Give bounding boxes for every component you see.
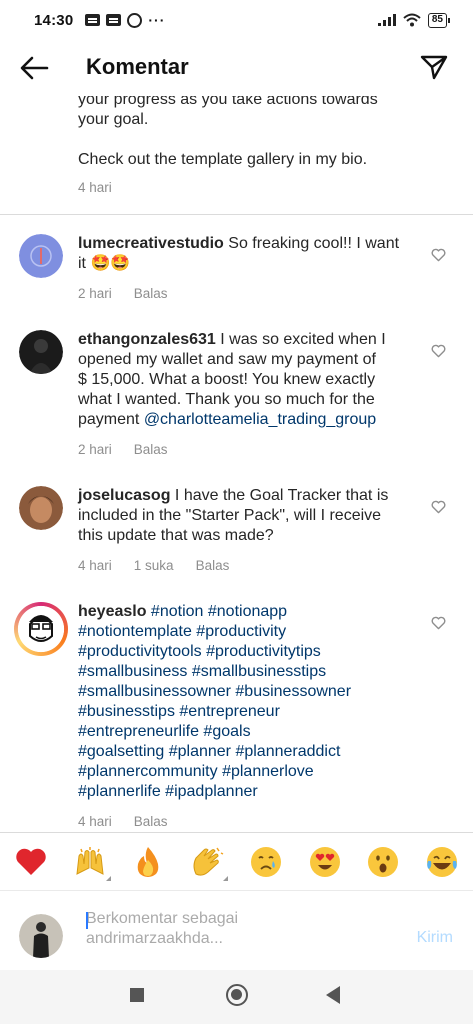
more-notifications-icon: ··· <box>148 12 166 28</box>
like-heart-icon[interactable] <box>431 248 446 262</box>
caption-line: your goal. <box>78 111 149 128</box>
variant-indicator <box>223 875 229 881</box>
signal-icon <box>377 14 396 26</box>
like-heart-icon[interactable] <box>431 500 446 514</box>
like-heart-icon[interactable] <box>431 344 446 358</box>
comment-text: So freaking cool!! I want <box>223 235 400 252</box>
likes-count[interactable]: 1 suka <box>134 556 174 576</box>
comment-username[interactable]: heyeaslo <box>78 603 146 620</box>
hashtag-text[interactable]: #plannerlife #ipadplanner <box>78 782 418 802</box>
comment-text: what I wanted. Thank you so much for the <box>78 391 375 408</box>
back-arrow-icon[interactable] <box>18 54 50 82</box>
comment-meta: 4 hari Balas <box>78 812 418 832</box>
like-heart-icon[interactable] <box>431 616 446 630</box>
caption-time: 4 hari <box>78 180 112 195</box>
avatar[interactable] <box>19 234 63 278</box>
emoji-clapping-button[interactable] <box>190 845 229 881</box>
emoji-heart-button[interactable] <box>14 845 48 879</box>
comment-time: 2 hari <box>78 442 112 457</box>
recent-apps-icon[interactable] <box>130 988 144 1002</box>
hashtag-text[interactable]: #plannercommunity #plannerlove <box>78 762 418 782</box>
avatar <box>19 914 63 958</box>
system-nav-bar <box>0 970 473 1024</box>
send-icon[interactable] <box>419 52 449 82</box>
comment-username[interactable]: ethangonzales631 <box>78 331 216 348</box>
comment-meta: 4 hari 1 suka Balas <box>78 556 418 576</box>
emoji-tears-of-joy-button[interactable] <box>425 845 459 879</box>
comment-text: opened my wallet and saw my payment of <box>78 351 376 368</box>
comment-meta: 2 hari Balas <box>78 440 418 460</box>
hashtag-text[interactable]: #entrepreneurlife #goals <box>78 722 418 742</box>
comment-text: $ 15,000. What a boost! You knew exactly <box>78 371 376 388</box>
message-notification-icon <box>106 14 122 26</box>
hashtag-text[interactable]: #smallbusinessowner #businessowner <box>78 682 418 702</box>
mention-link[interactable]: @charlotteamelia_trading_group <box>144 411 376 428</box>
reply-button[interactable]: Balas <box>134 440 168 460</box>
hashtag-text[interactable]: #notiontemplate #productivity <box>78 622 418 642</box>
comment-time: 4 hari <box>78 814 112 829</box>
comment-input-placeholder: Berkomentar sebagai <box>86 910 239 927</box>
comment-username[interactable]: joselucasog <box>78 487 170 504</box>
hashtag-text[interactable]: #smallbusiness #smallbusinesstips <box>78 662 418 682</box>
avatar[interactable] <box>14 602 68 656</box>
avatar[interactable] <box>19 330 63 374</box>
post-comment-button[interactable]: Kirim <box>417 929 453 947</box>
avatar[interactable] <box>19 486 63 530</box>
comment-input-placeholder: andrimarzaakhda... <box>86 930 223 947</box>
caption-line: Check out the template gallery in my bio… <box>78 151 368 168</box>
emoji-crying-button[interactable] <box>249 845 283 879</box>
message-notification-icon <box>85 14 101 26</box>
emoji-fire-button[interactable] <box>131 845 165 879</box>
emoji-surprised-button[interactable] <box>366 845 400 879</box>
text-cursor <box>86 912 88 929</box>
comment-text: it 🤩🤩 <box>78 255 131 272</box>
notification-icons: ··· <box>85 12 165 28</box>
emoji-bar <box>0 832 473 890</box>
status-bar: 14:30 ··· 85 <box>0 0 473 40</box>
reply-button[interactable]: Balas <box>134 812 168 832</box>
comment-text: included in the "Starter Pack", will I r… <box>78 507 382 524</box>
emoji-heart-eyes-button[interactable] <box>308 845 342 879</box>
nav-back-icon[interactable] <box>326 986 340 1004</box>
comment-meta: 2 hari Balas <box>78 284 418 304</box>
status-time: 14:30 <box>34 11 74 29</box>
post-caption: your progress as you take actions toward… <box>78 96 438 198</box>
battery-indicator: 85 <box>427 12 451 28</box>
reply-button[interactable]: Balas <box>196 556 230 576</box>
comment-time: 4 hari <box>78 558 112 573</box>
hashtag-text[interactable]: #productivitytools #productivitytips <box>78 642 418 662</box>
comment-text: payment <box>78 411 144 428</box>
reply-button[interactable]: Balas <box>134 284 168 304</box>
comment-text: I have the Goal Tracker that is <box>170 487 389 504</box>
wifi-icon <box>403 13 421 27</box>
caption-meta: 4 hari <box>78 178 438 198</box>
comment-time: 2 hari <box>78 286 112 301</box>
emoji-raising-hands-button[interactable] <box>73 845 111 881</box>
caption-line: your progress as you take actions toward… <box>78 96 378 108</box>
comment-text: this update that was made? <box>78 527 274 544</box>
comment-composer: Berkomentar sebagai andrimarzaakhda... K… <box>0 890 473 970</box>
comment-username[interactable]: lumecreativestudio <box>78 235 224 252</box>
page-title: Komentar <box>86 54 189 79</box>
variant-indicator <box>105 875 111 881</box>
hashtag-text[interactable]: #businesstips #entrepreneur <box>78 702 418 722</box>
home-icon[interactable] <box>226 984 248 1006</box>
comment-input[interactable]: Berkomentar sebagai andrimarzaakhda... <box>86 909 386 953</box>
divider <box>0 214 473 215</box>
hashtag-text[interactable]: #goalsetting #planner #planneraddict <box>78 742 418 762</box>
header: Komentar <box>0 44 473 92</box>
whatsapp-icon <box>127 12 143 28</box>
hashtag-text[interactable]: #notion #notionapp <box>146 603 287 620</box>
comment-text: I was so excited when I <box>215 331 386 348</box>
